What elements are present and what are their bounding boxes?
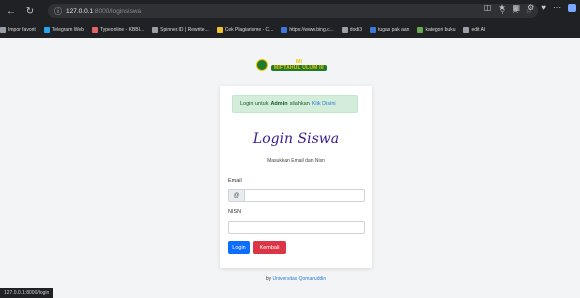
favorites-icon[interactable]: ★ — [498, 3, 505, 12]
bookmark-favicon-icon — [152, 27, 159, 33]
bookmark-item[interactable]: Spinner.ID | Rewrite... — [152, 27, 209, 33]
bookmark-item[interactable]: Telegram Web — [43, 27, 84, 33]
logo-emblem-icon — [256, 59, 268, 71]
bookmark-label: Typeonline - KBBI... — [99, 27, 145, 33]
bookmark-item[interactable]: dodi3 — [341, 27, 363, 33]
bookmark-favicon-icon — [341, 27, 348, 33]
bookmark-item[interactable]: tugas pak aan — [370, 27, 409, 33]
email-label: Email — [228, 178, 242, 184]
footer: by Universitas Qomaruddin — [220, 276, 372, 282]
bookmark-label: Impor favorit — [8, 27, 36, 33]
browser-essentials-icon[interactable]: ♥ — [541, 3, 546, 12]
site-info-icon[interactable]: ⓘ — [54, 6, 62, 17]
nisn-field[interactable] — [228, 221, 365, 234]
bookmark-favicon-icon — [0, 27, 6, 33]
status-bar-url: 127.0.0.1:8000/login — [0, 288, 54, 298]
bookmark-item[interactable]: Impor favorit — [0, 27, 36, 33]
bookmark-favicon-icon — [91, 27, 98, 33]
copilot-icon[interactable] — [568, 3, 576, 12]
toolbar-right-icons: ◫ ★ ▦ ⚙ ♥ ⋯ — [484, 3, 576, 12]
bookmark-label: Telegram Web — [51, 27, 84, 33]
bookmark-label: Cek Plagiarisme - C... — [224, 27, 274, 33]
email-field[interactable]: @ — [228, 189, 365, 202]
bookmark-item[interactable]: edit AI — [463, 27, 485, 33]
footer-link[interactable]: Universitas Qomaruddin — [273, 276, 327, 282]
bookmark-item[interactable]: https://www.bing.c... — [281, 27, 334, 33]
browser-chrome: ← ↻ ⓘ 127.0.0.1:8000/loginsiswa ⚲ A ☆ ◫ … — [0, 0, 580, 38]
url-path: :8000/loginsiswa — [93, 7, 142, 15]
collections-icon[interactable]: ▦ — [513, 3, 521, 12]
bookmark-label: kategori buku — [425, 27, 456, 33]
login-card: Login untuk Admin silahkan Klik Disini L… — [220, 86, 372, 268]
admin-login-link[interactable]: Klik Disini — [312, 101, 336, 107]
bookmark-favicon-icon — [281, 27, 288, 33]
reload-icon[interactable]: ↻ — [22, 3, 38, 19]
logo-text: MI MIFTAHUL ULUM III — [271, 59, 327, 71]
bookmark-favicon-icon — [370, 27, 377, 33]
extension-icon[interactable]: ⚙ — [527, 3, 534, 12]
bookmark-favicon-icon — [463, 27, 470, 33]
bookmark-item[interactable]: Cek Plagiarisme - C... — [216, 27, 274, 33]
back-button[interactable]: Kembali — [253, 241, 286, 254]
browser-titlebar: ← ↻ ⓘ 127.0.0.1:8000/loginsiswa ⚲ A ☆ ◫ … — [0, 0, 580, 22]
form-subtitle: Masukkan Email dan Nisn — [267, 158, 325, 164]
footer-prefix: by — [265, 276, 272, 282]
alert-prefix: Login untuk — [240, 101, 269, 107]
alert-suffix: silahkan — [289, 101, 310, 107]
bookmark-item[interactable]: Typeonline - KBBI... — [91, 27, 145, 33]
logo-line2: MIFTAHUL ULUM III — [271, 65, 327, 71]
bookmark-favicon-icon — [417, 27, 424, 33]
alert-bold: Admin — [270, 101, 288, 107]
bookmark-favicon-icon — [216, 27, 223, 33]
admin-login-alert: Login untuk Admin silahkan Klik Disini — [232, 95, 358, 113]
address-bar[interactable]: ⓘ 127.0.0.1:8000/loginsiswa ⚲ A ☆ — [48, 4, 538, 18]
bookmark-favicon-icon — [43, 27, 50, 33]
bookmarks-bar: Impor favorit Telegram Web Typeonline - KB… — [0, 22, 580, 38]
page-title: Login Siswa — [252, 131, 340, 147]
bookmark-item[interactable]: kategori buku — [417, 27, 455, 33]
school-logo: MI MIFTAHUL ULUM III — [256, 59, 327, 71]
login-button[interactable]: Login — [228, 241, 250, 254]
split-screen-icon[interactable]: ◫ — [484, 3, 492, 12]
url-host: 127.0.0.1 — [66, 7, 94, 15]
bookmark-label: tugas pak aan — [378, 27, 410, 33]
bookmark-label: https://www.bing.c... — [289, 27, 334, 33]
more-menu-icon[interactable]: ⋯ — [553, 3, 561, 12]
bookmark-label: Spinner.ID | Rewrite... — [160, 27, 209, 33]
url-text: 127.0.0.1:8000/loginsiswa — [66, 8, 141, 15]
nisn-label: NISN — [228, 209, 242, 215]
bookmark-label: edit AI — [471, 27, 486, 33]
email-prefix-icon: @ — [229, 190, 245, 201]
back-arrow-icon[interactable]: ← — [3, 3, 19, 19]
bookmark-label: dodi3 — [349, 27, 363, 33]
